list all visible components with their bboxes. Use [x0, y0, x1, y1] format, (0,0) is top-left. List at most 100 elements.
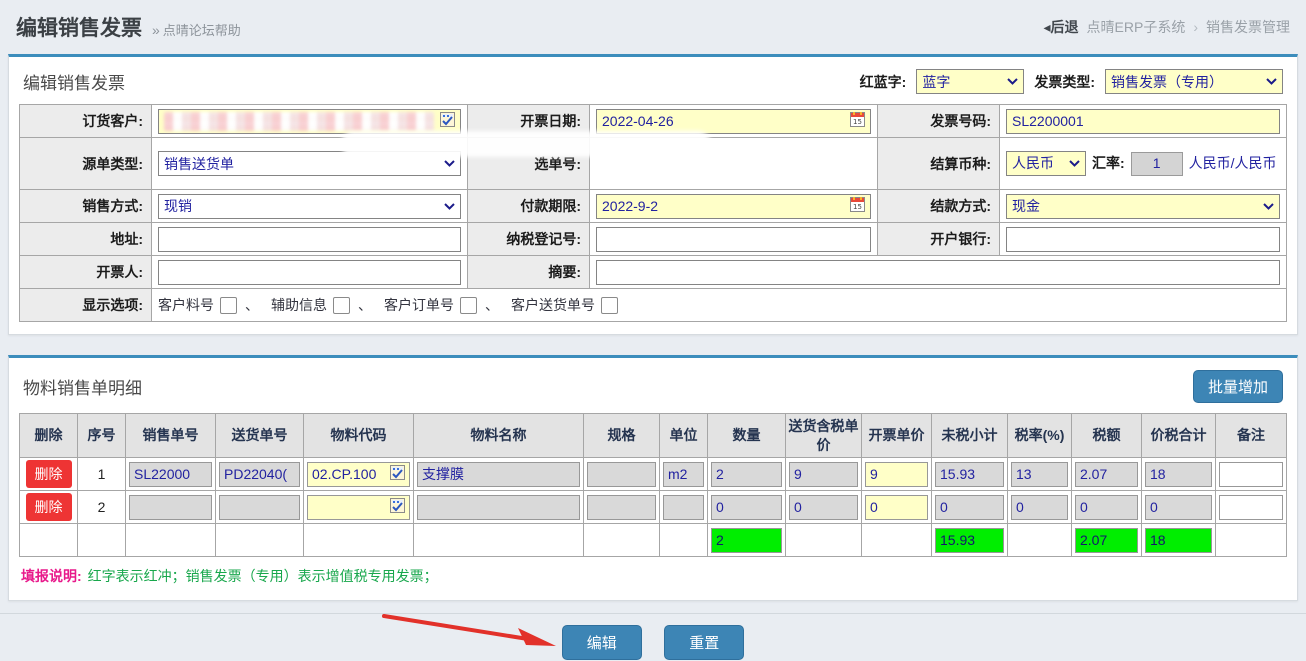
option-separator: 、	[245, 297, 259, 313]
cell-unit: m2	[663, 461, 704, 487]
bank-label: 开户银行:	[877, 222, 1000, 256]
currency-select[interactable]: 人民币	[1006, 151, 1086, 176]
cell-qty: 2	[711, 461, 782, 487]
address-input[interactable]	[158, 226, 461, 252]
invoice-no-input[interactable]: SL2200001	[1006, 108, 1280, 134]
detail-panel-title: 物料销售单明细	[23, 379, 142, 398]
option-aux-info-label: 辅助信息	[271, 297, 327, 313]
svg-text:15: 15	[853, 118, 862, 126]
forum-help-link[interactable]: » 点晴论坛帮助	[152, 20, 241, 39]
cell-invoice-price[interactable]: 0	[865, 494, 928, 520]
delete-row-button[interactable]: 删除	[25, 460, 72, 488]
sale-mode-select[interactable]: 现销	[158, 193, 461, 219]
invoice-type-select[interactable]: 销售发票（专用）	[1105, 69, 1283, 94]
rate-label: 汇率:	[1092, 155, 1125, 171]
sale-mode-label: 销售方式:	[19, 189, 152, 223]
red-blue-label: 红蓝字:	[859, 73, 907, 90]
top-bar: 编辑销售发票 » 点晴论坛帮助 ◂后退 点晴ERP子系统 › 销售发票管理	[0, 0, 1306, 54]
cell-remark[interactable]	[1219, 494, 1283, 520]
cell-invoice-price[interactable]: 9	[865, 461, 928, 487]
table-row: 删除 2 0 0 0 0 0 0 0	[19, 490, 1287, 524]
invoice-type-label: 发票类型:	[1034, 73, 1095, 90]
aux-info-checkbox[interactable]	[333, 296, 350, 314]
display-options-label: 显示选项:	[19, 288, 152, 322]
address-label: 地址:	[19, 222, 152, 256]
chevron-down-icon	[1263, 202, 1274, 210]
chevron-right-icon: ›	[1193, 19, 1198, 35]
total-subtotal: 15.93	[935, 527, 1004, 553]
pick-no-cell	[589, 137, 878, 190]
option-customer-part-no-label: 客户料号	[158, 297, 214, 313]
picker-icon[interactable]	[390, 498, 405, 516]
chevron-down-icon	[444, 160, 455, 167]
picker-icon[interactable]	[390, 465, 405, 483]
invoice-date-input[interactable]: 2022-04-26 15	[596, 108, 871, 134]
cell-total: 18	[1145, 461, 1212, 487]
summary-label: 摘要:	[467, 255, 590, 289]
cell-tax: 0	[1075, 494, 1138, 520]
back-button[interactable]: ◂后退	[1044, 17, 1079, 37]
customer-input[interactable]	[158, 108, 461, 134]
reset-button[interactable]: 重置	[664, 625, 745, 660]
edit-button[interactable]: 编辑	[561, 625, 642, 660]
cell-total: 0	[1145, 494, 1212, 520]
note-text: 红字表示红冲；销售发票（专用）表示增值税专用发票；	[87, 568, 438, 584]
customer-redacted-value	[164, 111, 434, 131]
settle-select[interactable]: 现金	[1006, 193, 1280, 219]
breadcrumb-section[interactable]: 销售发票管理	[1206, 17, 1290, 37]
cell-delivery-no: PD22040(	[219, 461, 300, 487]
option-customer-delivery-no-label: 客户送货单号	[511, 297, 595, 313]
cell-delivery-price: 0	[789, 494, 858, 520]
due-date-input[interactable]: 2022-9-2 15	[596, 193, 871, 219]
breadcrumb: ◂后退 点晴ERP子系统 › 销售发票管理	[1044, 17, 1291, 37]
rate-input: 1	[1130, 151, 1183, 176]
calendar-icon[interactable]: 15	[850, 112, 865, 130]
customer-label: 订货客户:	[19, 104, 152, 138]
chevron-down-icon	[1007, 78, 1019, 85]
option-separator: 、	[358, 297, 372, 313]
cell-delivery-price: 9	[789, 461, 858, 487]
invoice-panel: 编辑销售发票 红蓝字: 蓝字 发票类型: 销售发票（专用） 订货客户: 开票日期…	[8, 54, 1298, 335]
breadcrumb-system[interactable]: 点晴ERP子系统	[1087, 17, 1186, 37]
customer-order-no-checkbox[interactable]	[460, 296, 477, 314]
red-blue-select[interactable]: 蓝字	[916, 69, 1025, 94]
total-qty: 2	[711, 527, 782, 553]
summary-input[interactable]	[596, 259, 1280, 285]
annotation-arrow-icon	[382, 614, 556, 646]
drawer-label: 开票人:	[19, 255, 152, 289]
chevron-down-icon	[1266, 78, 1277, 85]
cell-material-code[interactable]: 02.CP.100	[307, 461, 410, 487]
calendar-icon[interactable]: 15	[850, 197, 865, 215]
cell-delivery-no	[219, 494, 300, 520]
drawer-input[interactable]	[158, 259, 461, 285]
cell-tax: 2.07	[1075, 461, 1138, 487]
cell-tax-rate: 13	[1011, 461, 1068, 487]
tax-no-input[interactable]	[596, 226, 871, 252]
cell-material-code[interactable]	[307, 494, 410, 520]
chevron-down-icon	[444, 202, 455, 210]
currency-label: 结算币种:	[877, 137, 1000, 190]
cell-subtotal: 15.93	[935, 461, 1004, 487]
invoice-panel-title: 编辑销售发票	[23, 74, 125, 93]
batch-add-button[interactable]: 批量增加	[1192, 370, 1283, 403]
bank-input[interactable]	[1006, 226, 1280, 252]
detail-panel: 物料销售单明细 批量增加 删除 序号 销售单号 送货单号 物料代码 物料名称 规格 单位…	[8, 355, 1298, 601]
delete-row-button[interactable]: 删除	[25, 493, 72, 521]
cell-material-name	[417, 494, 580, 520]
cell-qty: 0	[711, 494, 782, 520]
settle-label: 结款方式:	[877, 189, 1000, 223]
detail-table: 删除 序号 销售单号 送货单号 物料代码 物料名称 规格 单位 数量 送货含税单价 开票单…	[19, 413, 1287, 557]
rate-unit: 人民币/人民币	[1188, 155, 1277, 171]
customer-delivery-no-checkbox[interactable]	[601, 296, 618, 314]
cell-remark[interactable]	[1219, 461, 1283, 487]
source-type-label: 源单类型:	[19, 137, 152, 190]
chevron-down-icon	[1069, 160, 1080, 167]
fill-note: 填报说明: 红字表示红冲；销售发票（专用）表示增值税专用发票；	[19, 557, 1287, 588]
total-tax: 2.07	[1075, 527, 1138, 553]
page-title: 编辑销售发票	[16, 17, 142, 40]
note-label: 填报说明:	[21, 568, 82, 584]
picker-icon[interactable]	[440, 112, 455, 130]
source-type-select[interactable]: 销售送货单	[158, 151, 461, 176]
customer-part-no-checkbox[interactable]	[220, 296, 237, 314]
cell-sale-no: SL22000	[129, 461, 212, 487]
